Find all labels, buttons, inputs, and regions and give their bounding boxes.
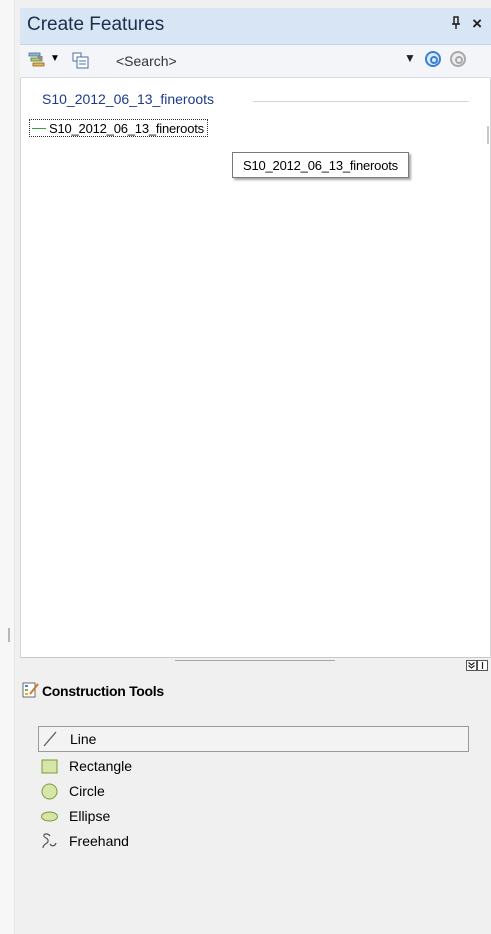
template-label: S10_2012_06_13_fineroots [49, 120, 204, 136]
panel-splitter[interactable] [20, 658, 491, 674]
freehand-icon [40, 832, 58, 850]
search-input[interactable]: <Search> [116, 53, 177, 69]
line-icon [41, 730, 59, 748]
clear-search-icon[interactable] [450, 51, 466, 67]
window-title: Create Features [27, 14, 165, 35]
organize-templates-icon[interactable] [72, 52, 90, 70]
tool-label: Circle [69, 783, 105, 799]
toolbar: ▼ <Search> ▼ [20, 45, 491, 78]
tool-label: Ellipse [69, 808, 111, 824]
filter-icon[interactable] [28, 52, 48, 70]
tool-ellipse[interactable]: Ellipse [38, 803, 469, 829]
search-dropdown-icon[interactable]: ▼ [404, 51, 416, 65]
tool-label: Line [70, 731, 97, 747]
feature-template-item[interactable]: S10_2012_06_13_fineroots [29, 119, 208, 137]
construction-tools-title: Construction Tools [42, 683, 164, 699]
template-group-header: S10_2012_06_13_fineroots [42, 91, 215, 107]
scrollbar[interactable] [487, 126, 489, 144]
group-divider [253, 101, 469, 102]
close-icon[interactable]: × [472, 14, 482, 34]
tool-rectangle[interactable]: Rectangle [38, 753, 469, 779]
construction-tools-header: Construction Tools [20, 674, 491, 710]
template-tooltip: S10_2012_06_13_fineroots [232, 152, 409, 178]
tool-line[interactable]: Line [38, 726, 469, 752]
splitter-grip[interactable] [175, 660, 335, 661]
tool-label: Freehand [69, 833, 129, 849]
tool-freehand[interactable]: Freehand [38, 828, 469, 854]
dock-grip[interactable] [8, 628, 10, 642]
create-features-window: Create Features × ▼ <Search> ▼ S10_2012_… [20, 8, 491, 934]
construction-tools-icon [22, 681, 40, 704]
titlebar[interactable]: Create Features × [20, 8, 491, 45]
pin-icon[interactable] [451, 16, 461, 33]
layout-toggle-icon[interactable] [477, 660, 488, 671]
tool-circle[interactable]: Circle [38, 778, 469, 804]
left-dock-edge [0, 0, 15, 934]
circle-icon [40, 782, 58, 800]
tool-label: Rectangle [69, 758, 133, 774]
rectangle-icon [40, 757, 58, 775]
line-symbol-icon [32, 127, 46, 129]
chevron-down-icon[interactable]: ▼ [50, 53, 60, 71]
ellipse-icon [40, 807, 58, 825]
construction-tools-list: Line Rectangle Circle Ellipse Freehand [20, 710, 491, 934]
search-icon[interactable] [425, 51, 441, 67]
collapse-panel-icon[interactable] [466, 660, 477, 671]
